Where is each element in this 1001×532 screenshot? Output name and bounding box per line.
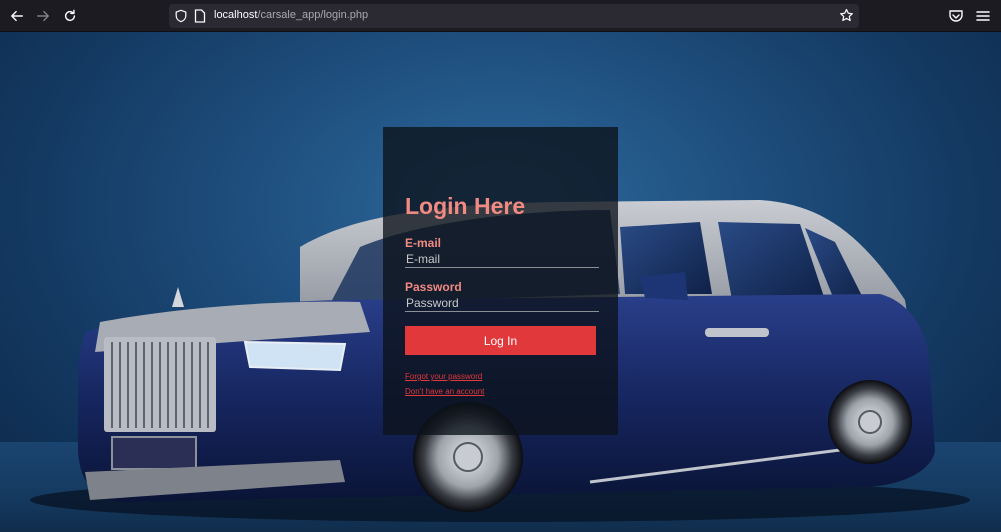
hamburger-menu-icon[interactable]: [976, 8, 990, 24]
page-background: Login Here E-mail Password Log In Forgot…: [0, 32, 1001, 532]
pocket-icon[interactable]: [948, 8, 964, 24]
url-text[interactable]: localhost/carsale_app/login.php: [214, 9, 368, 21]
password-input[interactable]: [405, 294, 599, 312]
arrow-left-icon: [11, 10, 23, 22]
forward-button[interactable]: [30, 3, 56, 29]
shield-icon[interactable]: [174, 9, 188, 23]
password-label: Password: [405, 280, 462, 294]
page-icon[interactable]: [194, 9, 206, 23]
login-form-panel: Login Here E-mail Password Log In Forgot…: [383, 127, 618, 435]
star-icon[interactable]: [839, 8, 854, 23]
browser-toolbar: localhost/carsale_app/login.php: [0, 0, 1001, 32]
login-title: Login Here: [405, 193, 526, 219]
login-button[interactable]: Log In: [405, 326, 596, 355]
url-bar[interactable]: localhost/carsale_app/login.php: [169, 4, 859, 28]
arrow-right-icon: [37, 10, 49, 22]
back-button[interactable]: [4, 3, 30, 29]
signup-link[interactable]: Don't have an account: [405, 387, 484, 396]
url-path: /carsale_app/login.php: [257, 9, 369, 21]
url-host: localhost: [214, 9, 258, 21]
email-label: E-mail: [405, 236, 442, 250]
reload-icon: [64, 9, 76, 22]
reload-button[interactable]: [57, 3, 83, 29]
email-input[interactable]: [405, 250, 599, 268]
forgot-password-link[interactable]: Forgot your password: [405, 372, 482, 381]
